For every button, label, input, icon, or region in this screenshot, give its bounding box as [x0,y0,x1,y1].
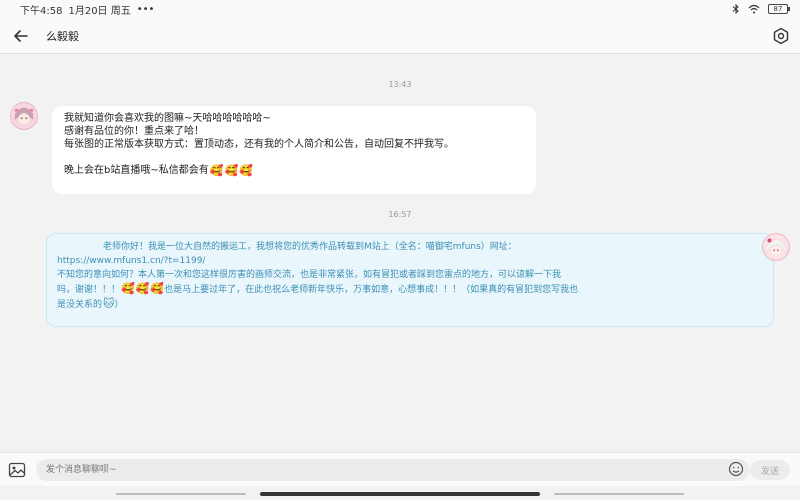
blushing-emoji-icon: 🥰 [150,282,165,295]
message-input-bar: 发送 [0,452,800,486]
received-message-bubble[interactable]: 我就知道你会喜欢我的图嘛~天哈哈哈哈哈哈~ 感谢有品位的你！重点来了哈！ 每张图… [52,106,536,194]
message-line-with-emoji: 是没关系的🐱） [57,297,763,312]
message-link[interactable]: https://www.mfuns1.cn/?t=1199/ [57,254,763,268]
anime-avatar-icon [763,234,789,260]
status-right: 87 [732,4,790,14]
message-line-text: 吗，谢谢！！！ [57,285,121,295]
status-more: ••• [136,3,155,15]
anime-avatar-icon [11,103,37,129]
message-line: 老师你好！我是一位大自然的搬运工，我想将您的优秀作品转载到M站上（全名：喵御宅m… [103,242,517,252]
blushing-emoji-icon: 🥰 [209,164,224,177]
home-indicator-side [116,493,246,495]
sender-avatar[interactable] [10,102,38,130]
message-input[interactable] [36,458,750,481]
message-line-text: ） [114,300,124,310]
status-date: 1月20日 周五 [68,5,131,17]
blushing-emoji-icon: 🥰 [121,282,135,295]
status-left: 下午4:58 1月20日 周五 ••• [20,2,154,17]
message-line-text: 晚上会在b站直播哦~私信都会有 [64,165,209,176]
image-picker-icon[interactable] [8,461,26,479]
message-line: 我就知道你会喜欢我的图嘛~天哈哈哈哈哈哈~ [64,113,271,124]
status-bar: 下午4:58 1月20日 周五 ••• 87 [0,0,800,18]
message-line: 感谢有品位的你！重点来了哈！ [64,126,204,137]
battery-icon: 87 [768,4,790,14]
message-line: 不知您的意向如何？本人第一次和您这样很厉害的画师交流，也是非常紧张，如有冒犯或者… [57,270,562,280]
blushing-emoji-icon: 🥰 [239,164,253,177]
blushing-emoji-icon: 🥰 [135,282,150,295]
home-indicator-side [554,493,684,495]
message-timestamp: 13:43 [388,80,412,89]
settings-hexagon-icon[interactable] [772,27,790,45]
message-line-with-emoji: 晚上会在b站直播哦~私信都会有 🥰 🥰 🥰 [64,164,524,177]
chat-header: 么毅毅 [0,18,800,54]
back-arrow-icon[interactable] [12,27,30,45]
home-indicator [0,488,800,500]
cat-emoji-icon: 🐱 [103,297,115,310]
message-line: 每张图的正常版本获取方式：置顶动态，还有我的个人简介和公告，自动回复不抨我写。 [64,139,454,150]
home-indicator-bar[interactable] [260,492,540,496]
message-line-text: 也是马上要过年了，在此也祝么老师新年快乐，万事如意，心想事成！！！（如果真的有冒… [164,285,579,295]
blushing-emoji-icon: 🥰 [224,164,239,177]
emoji-picker-icon[interactable] [728,461,744,477]
chat-title: 么毅毅 [46,29,79,43]
message-timestamp: 16:57 [388,210,412,219]
status-time: 下午4:58 [20,5,63,17]
sent-message-bubble[interactable]: 老师你好！我是一位大自然的搬运工，我想将您的优秀作品转载到M站上（全名：喵御宅m… [46,233,774,327]
message-line-with-emoji: 吗，谢谢！！！🥰🥰🥰也是马上要过年了，在此也祝么老师新年快乐，万事如意，心想事成… [57,282,763,297]
wifi-icon [748,4,760,14]
chat-area[interactable]: 13:43 我就知道你会喜欢我的图嘛~天哈哈哈哈哈哈~ 感谢有品位的你！重点来了… [0,55,800,450]
message-line-text: 是没关系的 [57,300,103,310]
my-avatar[interactable] [762,233,790,261]
send-button[interactable]: 发送 [750,460,790,480]
bluetooth-icon [732,4,739,14]
